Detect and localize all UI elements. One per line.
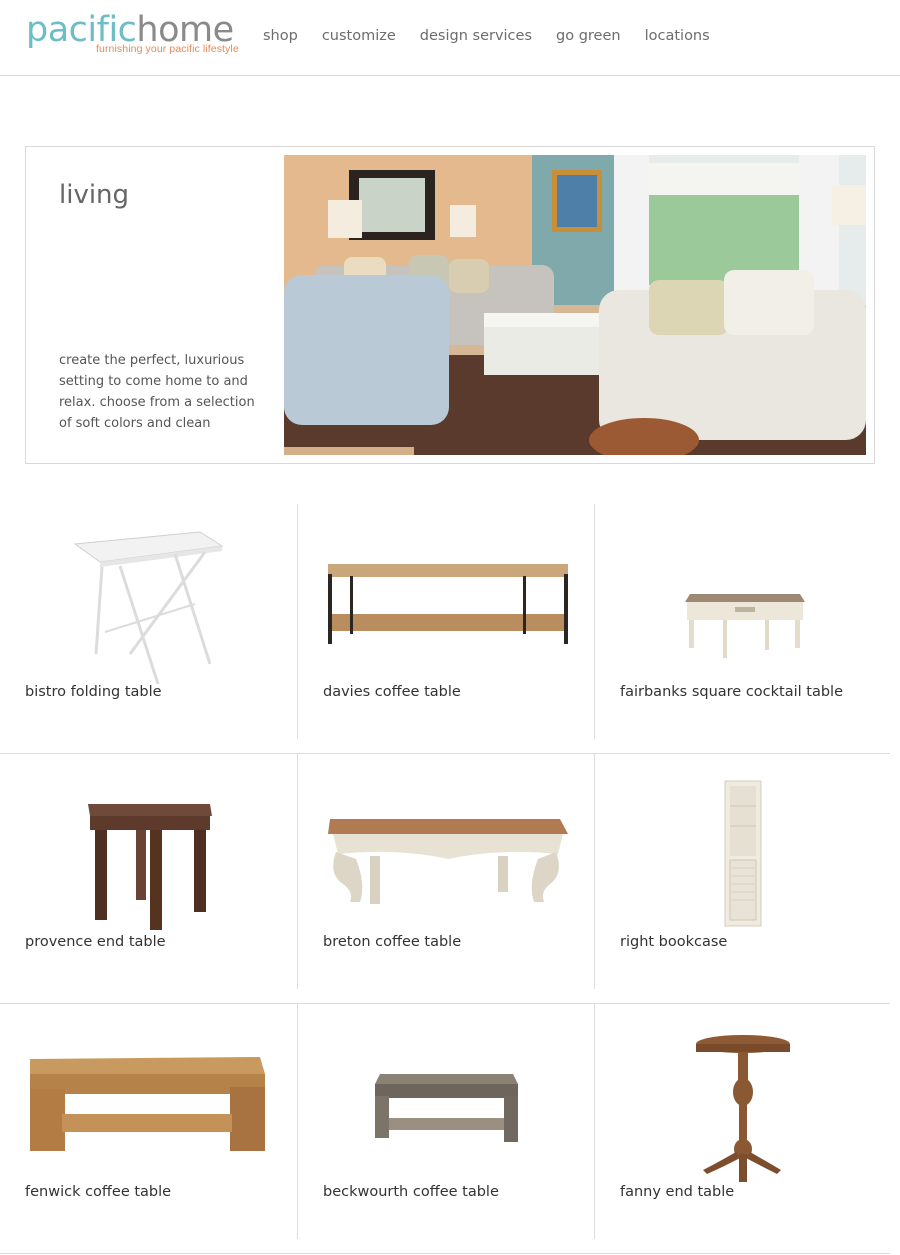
product-card[interactable]: fanny end table xyxy=(594,1004,890,1239)
category-title: living xyxy=(59,180,130,210)
product-card[interactable]: provence end table xyxy=(0,754,297,989)
main-nav: shop customize design services go green … xyxy=(263,28,734,44)
category-hero: living create the perfect, luxurious set… xyxy=(25,146,875,464)
product-name[interactable]: fanny end table xyxy=(620,1184,734,1200)
product-name[interactable]: beckwourth coffee table xyxy=(323,1184,499,1200)
bistro-folding-table-image[interactable] xyxy=(0,514,297,684)
site-header: pacifichome furnishing your pacific life… xyxy=(0,0,900,76)
logo-tagline: furnishing your pacific lifestyle xyxy=(96,43,239,55)
category-description: create the perfect, luxurious setting to… xyxy=(59,353,255,431)
product-card[interactable]: beckwourth coffee table xyxy=(297,1004,594,1239)
nav-customize[interactable]: customize xyxy=(322,28,396,44)
breton-coffee-table-image[interactable] xyxy=(298,764,594,934)
living-room-photo xyxy=(284,155,866,455)
product-name[interactable]: fairbanks square cocktail table xyxy=(620,684,843,700)
nav-go-green[interactable]: go green xyxy=(556,28,621,44)
davies-coffee-table-image[interactable] xyxy=(298,514,594,684)
product-name[interactable]: breton coffee table xyxy=(323,934,461,950)
product-name[interactable]: davies coffee table xyxy=(323,684,461,700)
product-name[interactable]: right bookcase xyxy=(620,934,727,950)
fairbanks-square-cocktail-table-image[interactable] xyxy=(595,514,890,684)
product-card[interactable]: breton coffee table xyxy=(297,754,594,989)
product-name[interactable]: provence end table xyxy=(25,934,166,950)
provence-end-table-image[interactable] xyxy=(0,764,297,934)
right-bookcase-image[interactable] xyxy=(595,764,890,934)
nav-design-services[interactable]: design services xyxy=(420,28,532,44)
product-card[interactable]: davies coffee table xyxy=(297,504,594,739)
nav-shop[interactable]: shop xyxy=(263,28,298,44)
site-logo[interactable]: pacifichome furnishing your pacific life… xyxy=(26,12,248,58)
product-card[interactable]: right bookcase xyxy=(594,754,890,989)
product-name[interactable]: fenwick coffee table xyxy=(25,1184,171,1200)
fenwick-coffee-table-image[interactable] xyxy=(0,1014,297,1184)
beckwourth-coffee-table-image[interactable] xyxy=(298,1014,594,1184)
product-row: provence end table breton coffee table r… xyxy=(0,754,890,1004)
product-card[interactable]: bistro folding table xyxy=(0,504,297,739)
product-row: bistro folding table davies coffee table xyxy=(0,504,890,754)
product-card[interactable]: fairbanks square cocktail table xyxy=(594,504,890,739)
product-grid: bistro folding table davies coffee table xyxy=(0,504,890,1254)
product-name[interactable]: bistro folding table xyxy=(25,684,162,700)
product-card[interactable]: fenwick coffee table xyxy=(0,1004,297,1239)
product-row: fenwick coffee table beckwourth coffee t… xyxy=(0,1004,890,1254)
nav-locations[interactable]: locations xyxy=(645,28,710,44)
fanny-end-table-image[interactable] xyxy=(595,1014,890,1184)
